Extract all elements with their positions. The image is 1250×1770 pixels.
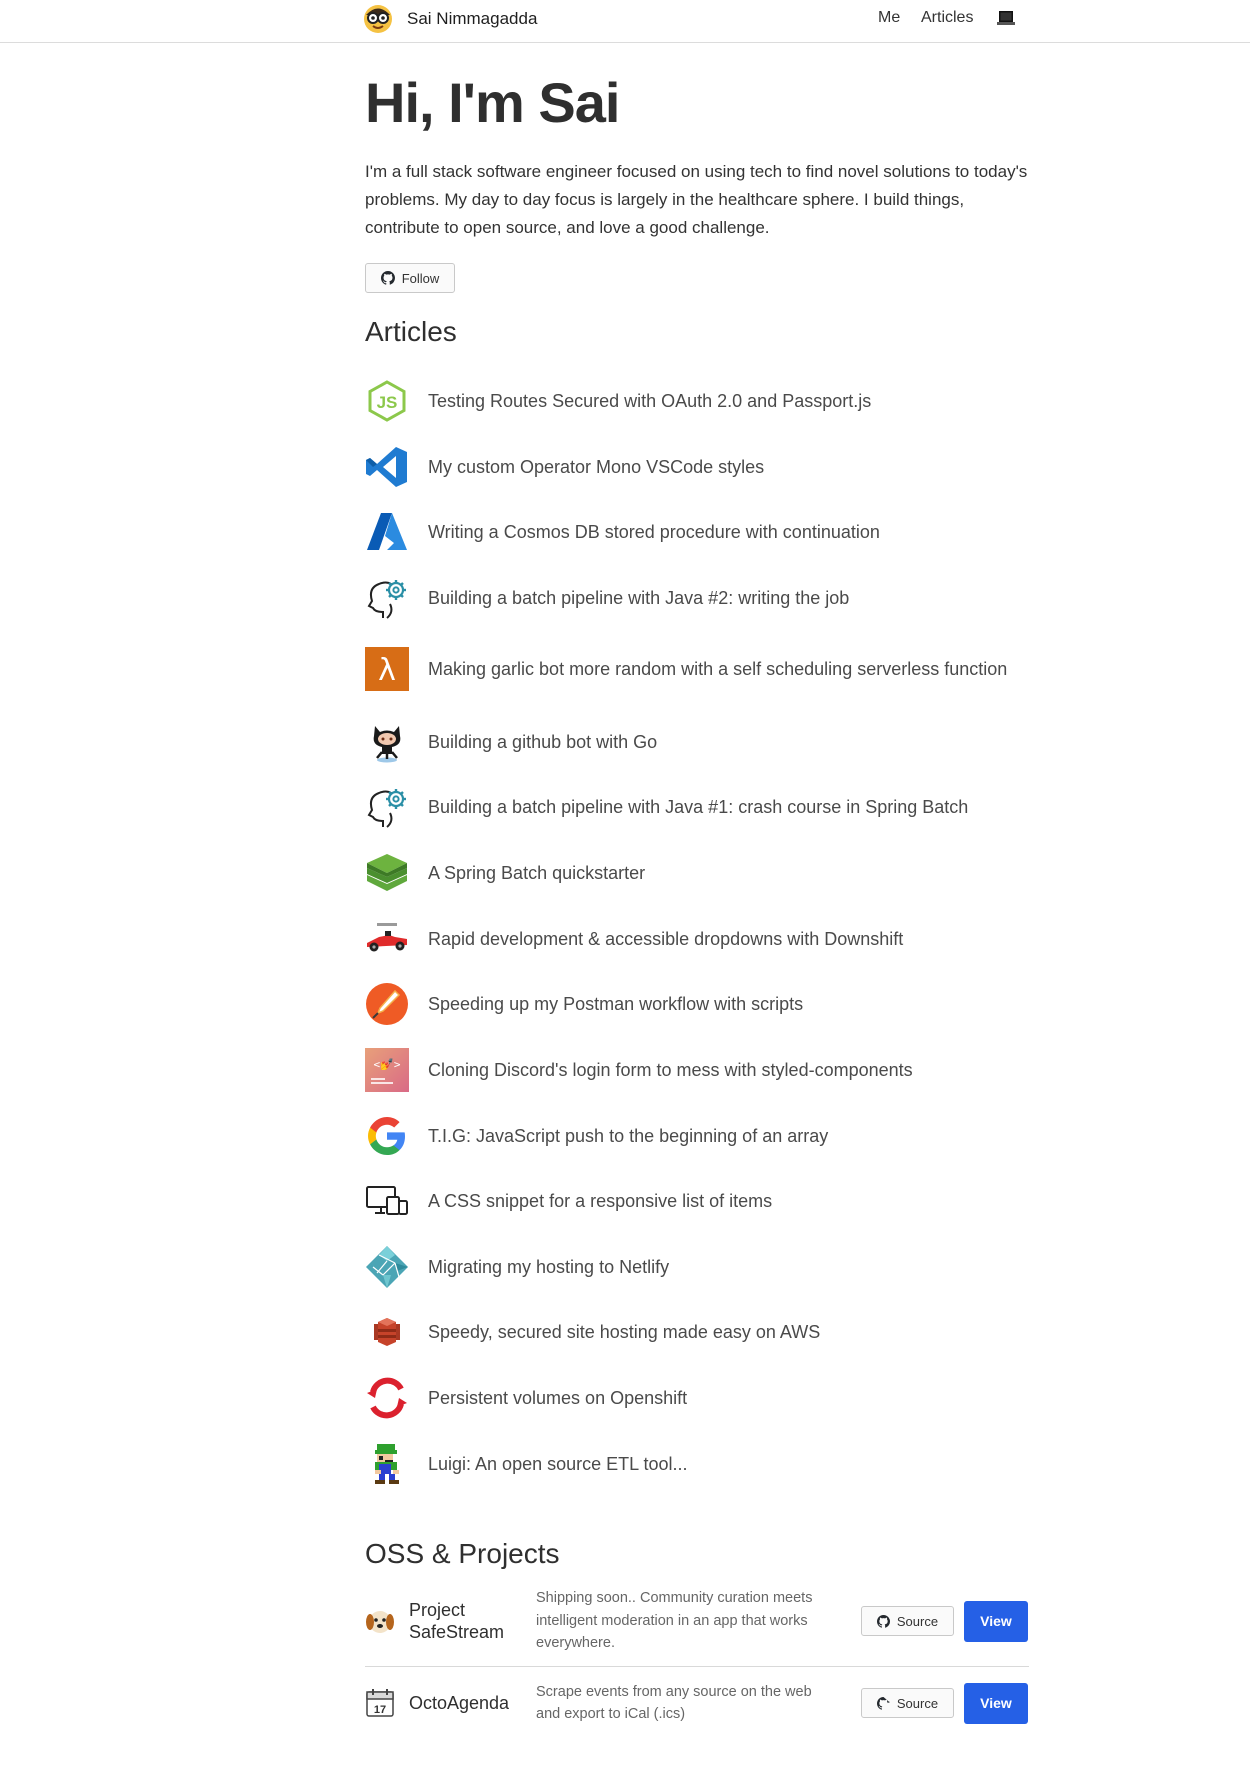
article-title: Making garlic bot more random with a sel… (428, 659, 1008, 679)
article-title: Building a batch pipeline with Java #1: … (428, 797, 969, 817)
article-item[interactable]: Speeding up my Postman workflow with scr… (365, 979, 1029, 1029)
article-title: A CSS snippet for a responsive list of i… (428, 1191, 773, 1211)
article-item[interactable]: My custom Operator Mono VSCode styles (365, 442, 1029, 492)
article-item[interactable]: Rapid development & accessible dropdowns… (365, 914, 1029, 964)
project-description: Scrape events from any source on the web… (536, 1683, 812, 1723)
article-title: My custom Operator Mono VSCode styles (428, 457, 765, 477)
postman-icon (365, 982, 409, 1026)
article-title: Rapid development & accessible dropdowns… (428, 929, 904, 949)
article-item[interactable]: λ Making garlic bot more random with a s… (365, 638, 1029, 700)
site-name: Sai Nimmagadda (407, 9, 538, 28)
article-title: Writing a Cosmos DB stored procedure wit… (428, 522, 880, 542)
google-icon (365, 1114, 409, 1158)
article-title: Luigi: An open source ETL tool... (428, 1454, 688, 1474)
article-title: T.I.G: JavaScript push to the beginning … (428, 1126, 829, 1146)
articles-heading: Articles (365, 316, 457, 347)
styled-components-icon: <💅> (365, 1048, 409, 1092)
dog-icon (366, 1611, 394, 1633)
netlify-icon (365, 1245, 409, 1289)
laptop-icon[interactable] (997, 10, 1015, 27)
source-label: Source (896, 1695, 939, 1711)
svg-text:JS: JS (377, 393, 398, 412)
github-icon (876, 1614, 890, 1628)
octocat-icon (365, 720, 409, 764)
openshift-icon (365, 1376, 409, 1420)
article-item[interactable]: Luigi: An open source ETL tool... (365, 1439, 1029, 1489)
devices-icon (365, 1179, 409, 1223)
nav-me-link[interactable]: Me (878, 9, 900, 27)
svg-text:<💅>: <💅> (374, 1058, 401, 1071)
article-item[interactable]: A CSS snippet for a responsive list of i… (365, 1176, 1029, 1226)
home-link[interactable]: Sai Nimmagadda (363, 4, 537, 34)
calendar-day: 17 (374, 1704, 386, 1716)
article-title: Speeding up my Postman workflow with scr… (428, 994, 804, 1014)
article-item[interactable]: A Spring Batch quickstarter (365, 848, 1029, 898)
head-gear-icon (365, 785, 409, 829)
article-title: Building a batch pipeline with Java #2: … (428, 588, 850, 608)
race-car-icon (365, 917, 409, 961)
nodejs-icon: JS (365, 379, 409, 423)
view-button[interactable]: View (964, 1600, 1028, 1642)
hero-intro: I'm a full stack software engineer focus… (365, 162, 1028, 237)
aws-icon (365, 1310, 409, 1354)
project-name: OctoAgenda (409, 1693, 510, 1713)
aws-lambda-icon: λ (365, 647, 409, 691)
view-button[interactable]: View (964, 1682, 1028, 1724)
head-gear-icon (365, 576, 409, 620)
nav-articles-link[interactable]: Articles (921, 9, 973, 27)
article-item[interactable]: Persistent volumes on Openshift (365, 1373, 1029, 1423)
article-item[interactable]: T.I.G: JavaScript push to the beginning … (365, 1111, 1029, 1161)
article-item[interactable]: <💅> Cloning Discord's login form to mess… (365, 1045, 1029, 1095)
spring-batch-icon (365, 851, 409, 895)
article-item[interactable]: JS Testing Routes Secured with OAuth 2.0… (365, 376, 1029, 426)
article-title: Testing Routes Secured with OAuth 2.0 an… (428, 391, 872, 411)
follow-label: Follow (401, 270, 440, 286)
article-title: Cloning Discord's login form to mess wit… (428, 1060, 913, 1080)
svg-text:λ: λ (378, 653, 396, 688)
article-title: Migrating my hosting to Netlify (428, 1257, 670, 1277)
nerd-face-avatar-icon (364, 5, 392, 33)
source-label: Source (896, 1613, 939, 1629)
article-title: Building a github bot with Go (428, 732, 658, 752)
azure-icon (365, 510, 409, 554)
project-row: 17 OctoAgenda Scrape events from any sou… (365, 1676, 1029, 1730)
project-description: Shipping soon.. Community curation meets… (536, 1590, 813, 1652)
source-button[interactable]: Source (861, 1606, 954, 1636)
article-item[interactable]: Building a batch pipeline with Java #2: … (365, 573, 1029, 623)
vscode-icon (365, 445, 409, 489)
article-item[interactable]: Migrating my hosting to Netlify (365, 1242, 1029, 1292)
calendar-icon: 17 (366, 1689, 394, 1717)
oss-heading: OSS & Projects (365, 1538, 560, 1569)
luigi-icon (365, 1442, 409, 1486)
article-title: A Spring Batch quickstarter (428, 863, 646, 883)
github-icon (380, 271, 395, 285)
article-title: Persistent volumes on Openshift (428, 1388, 688, 1408)
article-title: Speedy, secured site hosting made easy o… (428, 1322, 821, 1342)
article-item[interactable]: Writing a Cosmos DB stored procedure wit… (365, 507, 1029, 557)
github-icon (876, 1696, 890, 1710)
article-item[interactable]: Building a batch pipeline with Java #1: … (365, 782, 1029, 832)
article-item[interactable]: Building a github bot with Go (365, 717, 1029, 767)
top-navbar: Sai Nimmagadda Me Articles (0, 0, 1250, 43)
project-name: Project SafeStream (409, 1600, 505, 1642)
source-button[interactable]: Source (861, 1688, 954, 1718)
article-item[interactable]: Speedy, secured site hosting made easy o… (365, 1307, 1029, 1357)
project-row: Project SafeStream Shipping soon.. Commu… (365, 1576, 1029, 1667)
hero-title: Hi, I'm Sai (365, 71, 620, 134)
github-follow-button[interactable]: Follow (365, 263, 455, 293)
